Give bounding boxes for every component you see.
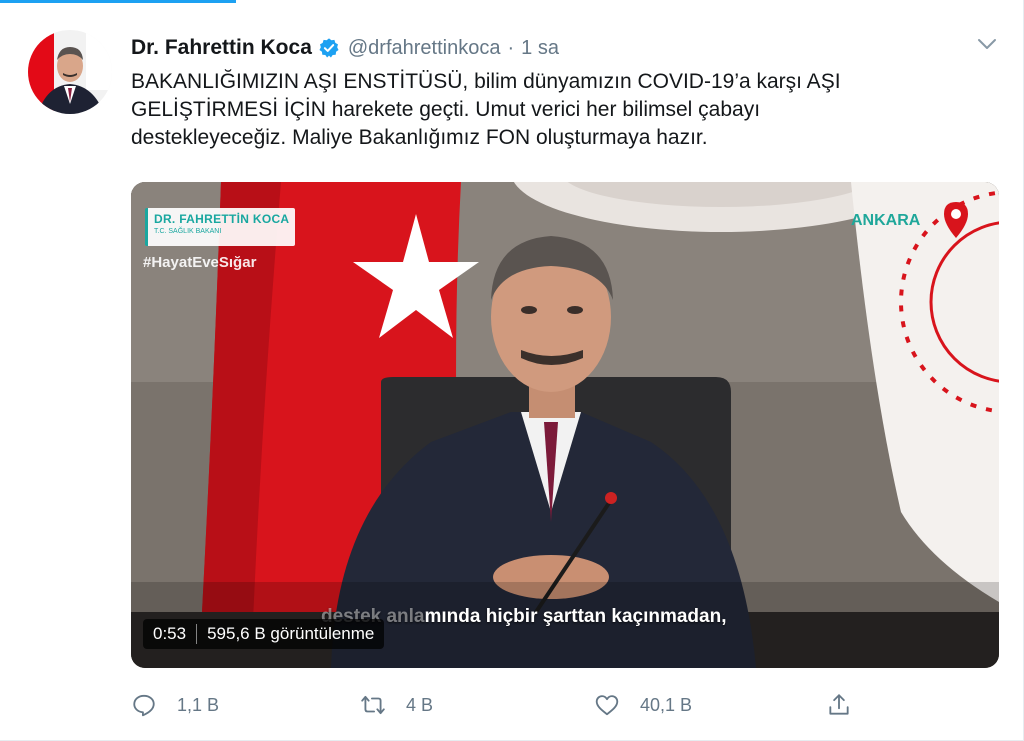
location-pin-icon: [944, 202, 968, 238]
video-player[interactable]: DR. FAHRETTİN KOCA T.C. SAĞLIK BAKANI #H…: [131, 182, 999, 668]
video-hashtag: #HayatEveSığar: [143, 254, 257, 271]
tweet-text: BAKANLIĞIMIZIN AŞI ENSTİTÜSÜ, bilim düny…: [131, 68, 991, 152]
verified-badge-icon: [319, 38, 339, 58]
top-accent-bar: [0, 0, 236, 3]
video-chyron: DR. FAHRETTİN KOCA T.C. SAĞLIK BAKANI: [145, 208, 295, 246]
separator-dot: ·: [507, 36, 515, 59]
reply-count: 1,1 B: [177, 694, 220, 715]
retweet-button[interactable]: 4 B: [360, 690, 433, 720]
timestamp[interactable]: 1 sa: [521, 37, 559, 60]
share-button[interactable]: [826, 690, 852, 720]
video-location: ANKARA: [851, 212, 921, 229]
author-name[interactable]: Dr. Fahrettin Koca: [131, 36, 312, 60]
video-info-badge: 0:53 595,6 B görüntülenme: [143, 619, 385, 649]
video-view-count: 595,6 B görüntülenme: [207, 624, 375, 643]
video-duration: 0:53: [153, 624, 187, 643]
chevron-down-icon[interactable]: [976, 36, 998, 52]
tweet-text-line: destekleyeceğiz. Maliye Bakanlığımız FON…: [131, 126, 708, 149]
retweet-count: 4 B: [406, 694, 434, 715]
tweet-text-line: BAKANLIĞIMIZIN AŞI ENSTİTÜSÜ, bilim düny…: [131, 70, 841, 93]
author-handle[interactable]: @drfahrettinkoca: [348, 37, 501, 60]
heart-icon: [595, 695, 619, 716]
share-icon: [829, 694, 849, 715]
retweet-icon: [361, 695, 385, 715]
tweet-header: Dr. Fahrettin Koca @drfahrettinkoca · 1 …: [131, 34, 559, 62]
like-button[interactable]: 40,1 B: [594, 690, 692, 720]
chyron-title: T.C. SAĞLIK BAKANI: [154, 228, 222, 235]
video-subtitle-main: mında hiçbir şarttan kaçınmadan,: [424, 606, 727, 627]
chyron-name: DR. FAHRETTİN KOCA: [154, 212, 290, 226]
avatar[interactable]: [28, 30, 112, 114]
video-frame: [131, 182, 999, 668]
reply-button[interactable]: 1,1 B: [131, 690, 219, 720]
like-count: 40,1 B: [640, 694, 693, 715]
reply-icon: [133, 694, 155, 717]
tweet-text-line: GELİŞTİRMESİ İÇİN harekete geçti. Umut v…: [131, 98, 761, 121]
